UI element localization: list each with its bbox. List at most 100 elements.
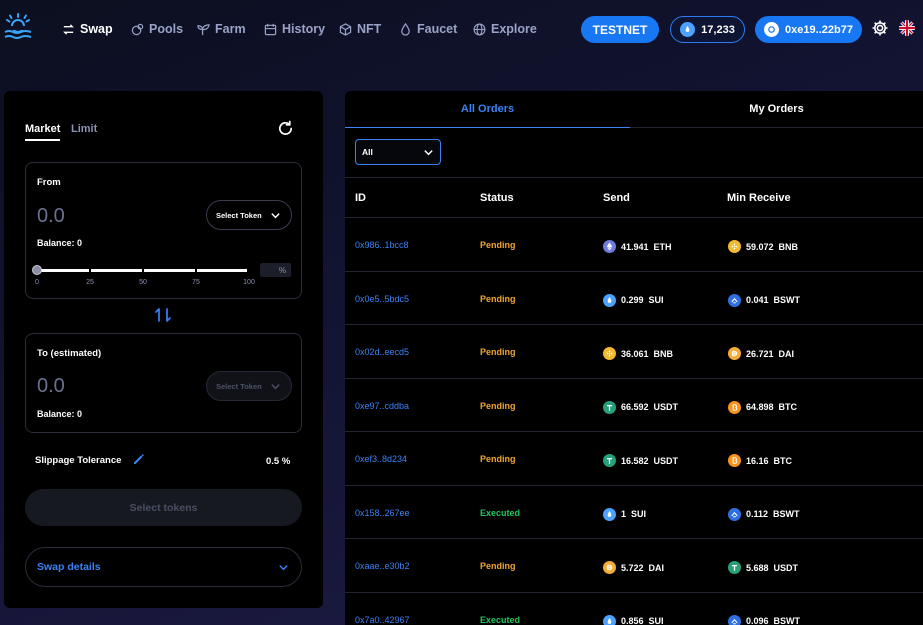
nav-nft[interactable]: NFT xyxy=(339,20,381,38)
order-status: Pending xyxy=(480,400,516,411)
to-balance: Balance: 0 xyxy=(37,409,83,419)
order-min-receive: 0.041 BSWT xyxy=(728,293,800,307)
send-amount: 16.582 xyxy=(621,455,649,466)
receive-token: BSWT xyxy=(773,616,801,625)
nav-farm-label: Farm xyxy=(215,22,246,36)
order-min-receive: 59.072 BNB xyxy=(728,240,798,253)
sui-drop-icon xyxy=(680,22,696,37)
wallet-button[interactable]: 0xe19..22b77 xyxy=(755,16,862,43)
order-min-receive: 0.112 BSWT xyxy=(728,507,800,521)
swap-direction-icon[interactable] xyxy=(154,306,172,324)
select-tokens-button[interactable]: Select tokens xyxy=(25,489,302,526)
bswt-token-icon xyxy=(728,614,741,625)
pencil-icon[interactable] xyxy=(133,453,145,465)
send-amount: 36.061 xyxy=(621,348,649,359)
order-send: 0.299 SUI xyxy=(603,293,664,307)
slider-handle[interactable] xyxy=(32,265,42,275)
bnb-token-icon xyxy=(728,240,741,253)
slider-tick xyxy=(142,268,144,273)
nav-faucet-label: Faucet xyxy=(417,22,458,36)
table-row[interactable]: 0x02d..eecd5 Pending 36.061 BNB 26.721 DAI xyxy=(345,325,923,379)
receive-token: DAI xyxy=(778,348,795,359)
status-filter-select[interactable]: All xyxy=(355,139,441,165)
order-status: Executed xyxy=(480,507,521,518)
swap-arrows-icon xyxy=(63,23,74,35)
nav-faucet[interactable]: Faucet xyxy=(399,20,457,38)
nav-swap[interactable]: Swap xyxy=(62,20,113,38)
order-id-link[interactable]: 0x02d..eecd5 xyxy=(355,347,409,357)
nav-farm[interactable]: Farm xyxy=(197,20,246,38)
table-row[interactable]: 0xef3..8d234 Pending 16.582 USDT 16.16 BTC xyxy=(345,432,923,486)
receive-amount: 0.112 xyxy=(746,509,769,519)
nav-swap-label: Swap xyxy=(80,22,113,36)
table-row[interactable]: 0x0e5..5bdc5 Pending 0.299 SUI 0.041 BSWT xyxy=(345,272,923,325)
from-amount-input[interactable]: 0.0 xyxy=(37,205,65,228)
order-min-receive: 5.688 USDT xyxy=(728,561,798,574)
sui-token-icon xyxy=(603,293,616,307)
receive-token: BTC xyxy=(778,402,798,412)
chevron-down-icon xyxy=(271,383,280,389)
slider-tick xyxy=(195,268,197,273)
swap-panel: Market Limit From 0.0 Balance: 0 Select … xyxy=(4,91,323,608)
table-row[interactable]: 0x158..267ee Executed 1 SUI 0.112 BSWT xyxy=(345,486,923,539)
table-row[interactable]: 0x986..1bcc8 Pending 41.941 ETH 59.072 BNB xyxy=(345,218,923,272)
nav-explore[interactable]: Explore xyxy=(473,20,537,38)
percent-input[interactable]: % xyxy=(260,263,291,277)
order-status: Pending xyxy=(480,561,516,571)
from-box: From 0.0 Balance: 0 Select Token 0 25 50… xyxy=(25,162,302,299)
order-min-receive: 64.898 BTC xyxy=(728,400,798,414)
eth-token-icon xyxy=(603,240,616,253)
sprout-icon xyxy=(197,23,210,35)
order-send: 41.941 ETH xyxy=(603,240,672,253)
to-token-select[interactable]: Select Token xyxy=(206,371,292,401)
chevron-down-icon xyxy=(271,212,280,218)
col-send: Send xyxy=(603,192,630,204)
usdt-token-icon xyxy=(603,454,616,467)
from-label: From xyxy=(37,177,61,188)
usdt-token-icon xyxy=(728,561,741,574)
table-row[interactable]: 0x7a0..42967 Executed 0.856 SUI 0.096 BSWT xyxy=(345,593,923,625)
order-id-link[interactable]: 0x986..1bcc8 xyxy=(355,240,409,250)
send-token: BNB xyxy=(653,348,674,359)
gear-icon[interactable] xyxy=(871,19,889,37)
swap-details-toggle[interactable]: Swap details xyxy=(25,547,302,587)
balance-value: 17,233 xyxy=(701,23,735,36)
order-id-link[interactable]: 0xe97..cddba xyxy=(355,401,409,411)
slider-mark-25: 25 xyxy=(86,279,94,286)
receive-token: BNB xyxy=(778,241,799,252)
nav-history[interactable]: History xyxy=(264,20,325,38)
receive-amount: 0.096 xyxy=(746,616,769,625)
from-token-select[interactable]: Select Token xyxy=(206,200,292,230)
nav-pools-label: Pools xyxy=(149,22,184,36)
tab-market[interactable]: Market xyxy=(25,123,61,141)
nav-history-label: History xyxy=(282,22,326,36)
balance-button[interactable]: 17,233 xyxy=(670,16,745,43)
bswt-token-icon xyxy=(728,507,741,521)
table-row[interactable]: 0xaae..e30b2 Pending 5.722 DAI 5.688 USDT xyxy=(345,539,923,593)
tab-my-orders[interactable]: My Orders xyxy=(630,91,923,128)
tab-limit[interactable]: Limit xyxy=(71,123,97,135)
dai-token-icon xyxy=(728,347,741,360)
send-token: SUI xyxy=(648,295,664,305)
order-id-link[interactable]: 0xaae..e30b2 xyxy=(355,561,410,571)
send-amount: 1 xyxy=(621,509,627,519)
sunrise-logo-icon[interactable] xyxy=(3,12,33,42)
nav-pools[interactable]: Pools xyxy=(131,20,183,38)
sui-token-icon xyxy=(603,614,616,625)
uk-flag-icon[interactable] xyxy=(899,20,915,36)
order-id-link[interactable]: 0xef3..8d234 xyxy=(355,454,407,464)
table-row[interactable]: 0xe97..cddba Pending 66.592 USDT 64.898 BTC xyxy=(345,379,923,432)
order-id-link[interactable]: 0x0e5..5bdc5 xyxy=(355,294,409,304)
network-button[interactable]: TESTNET xyxy=(581,16,659,43)
tab-all-orders[interactable]: All Orders xyxy=(345,91,630,128)
sui-token-icon xyxy=(603,507,616,521)
drop-icon xyxy=(401,22,410,36)
order-min-receive: 16.16 BTC xyxy=(728,454,792,467)
cube-icon xyxy=(339,22,352,36)
from-token-select-label: Select Token xyxy=(216,210,262,220)
order-id-link[interactable]: 0x158..267ee xyxy=(355,508,410,518)
receive-token: USDT xyxy=(773,562,799,573)
refresh-icon[interactable] xyxy=(277,120,294,137)
order-id-link[interactable]: 0x7a0..42967 xyxy=(355,615,410,625)
send-token: SUI xyxy=(631,509,647,519)
